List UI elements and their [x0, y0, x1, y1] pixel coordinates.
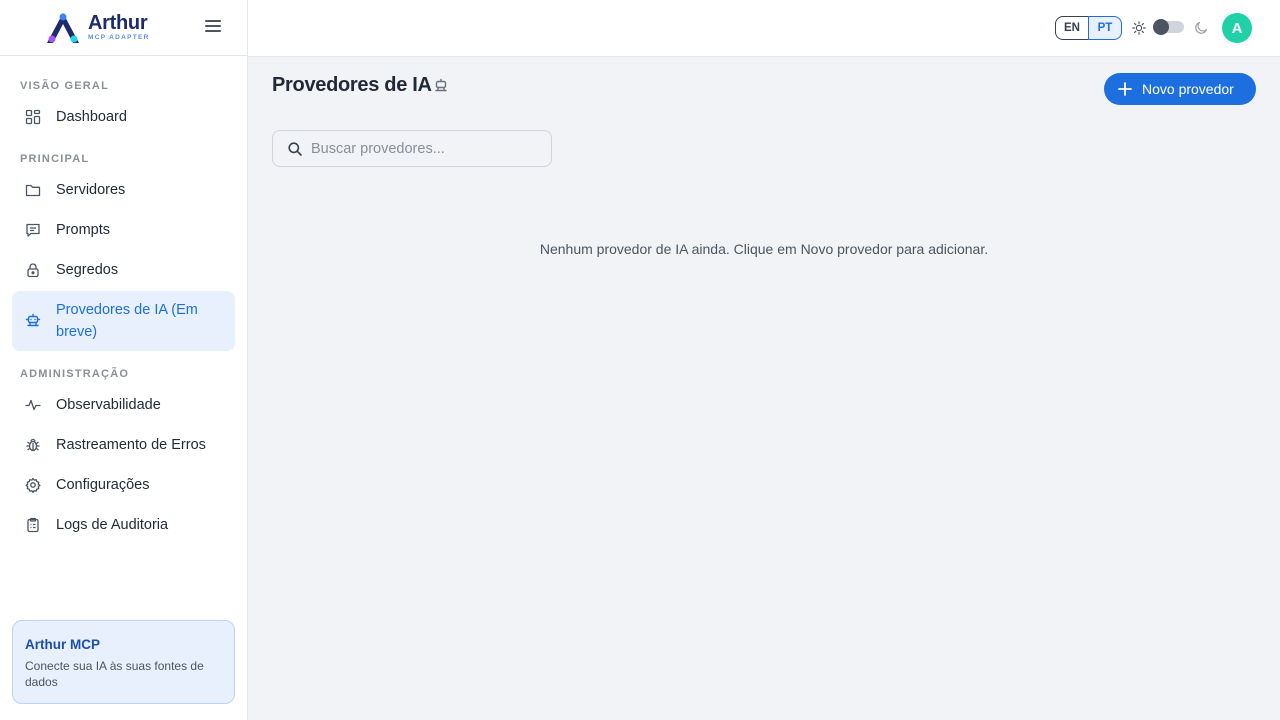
plus-icon: [1118, 82, 1132, 96]
sidebar-item-label: Observabilidade: [56, 397, 161, 413]
theme-toggle-knob: [1153, 19, 1169, 35]
sidebar-item-label: Configurações: [56, 477, 150, 493]
promo-description: Conecte sua IA às suas fontes de dados: [25, 659, 204, 689]
sidebar-item-label: Logs de Auditoria: [56, 517, 169, 533]
sidebar-item-label: Servidores: [56, 182, 126, 198]
section-label-overview: VISÃO GERAL: [20, 80, 109, 92]
clipboard-icon: [24, 516, 42, 534]
robot-icon: [24, 312, 42, 330]
sidebar: Arthur MCP ADAPTER VISÃO GERAL Dashboard…: [0, 0, 248, 720]
dashboard-icon: [24, 108, 42, 126]
brand: Arthur MCP ADAPTER: [0, 0, 247, 56]
arthur-logo-icon: [47, 12, 79, 43]
sidebar-item-label: Dashboard: [56, 109, 127, 125]
empty-state-message: Nenhum provedor de IA ainda. Clique em N…: [539, 241, 989, 257]
menu-toggle-icon[interactable]: [205, 20, 221, 34]
new-provider-label: Novo provedor: [1142, 81, 1234, 97]
brand-subtitle: MCP ADAPTER: [88, 34, 150, 42]
lock-icon: [24, 261, 42, 279]
search-input[interactable]: [311, 140, 541, 157]
search-icon: [288, 141, 302, 156]
moon-icon: [1195, 21, 1208, 34]
sidebar-item-label: Rastreamento de Erros: [56, 437, 206, 453]
sidebar-item-servers[interactable]: Servidores: [12, 170, 235, 210]
top-header: EN PT A: [248, 0, 1280, 57]
folder-icon: [24, 181, 42, 199]
user-avatar[interactable]: A: [1222, 13, 1252, 43]
message-icon: [24, 221, 42, 239]
search-box: [272, 130, 552, 167]
promo-title: Arthur MCP: [25, 637, 100, 652]
sidebar-item-label: Prompts: [56, 222, 110, 238]
sidebar-item-settings[interactable]: Configurações: [12, 465, 235, 505]
sidebar-item-ai-providers[interactable]: Provedores de IA (Em breve): [12, 291, 235, 351]
sidebar-item-error-tracking[interactable]: Rastreamento de Erros: [12, 425, 235, 465]
promo-card: Arthur MCP Conecte sua IA às suas fontes…: [12, 620, 235, 704]
language-en-button[interactable]: EN: [1055, 16, 1089, 40]
bug-icon: [24, 436, 42, 454]
sidebar-item-secrets[interactable]: Segredos: [12, 250, 235, 290]
new-provider-button[interactable]: Novo provedor: [1104, 73, 1256, 105]
language-pt-button[interactable]: PT: [1088, 16, 1122, 40]
page-title: Provedores de IA: [272, 74, 432, 96]
sun-icon: [1132, 21, 1146, 35]
sidebar-item-dashboard[interactable]: Dashboard: [12, 97, 235, 137]
sidebar-item-observability[interactable]: Observabilidade: [12, 385, 235, 425]
sidebar-item-label: Provedores de IA (Em breve): [56, 302, 198, 340]
sidebar-item-prompts[interactable]: Prompts: [12, 210, 235, 250]
section-label-principal: PRINCIPAL: [20, 153, 90, 165]
brand-name: Arthur: [88, 12, 148, 35]
theme-toggle[interactable]: [1153, 19, 1184, 35]
section-label-admin: ADMINISTRAÇÃO: [20, 368, 130, 380]
sidebar-item-label: Segredos: [56, 262, 119, 278]
gear-icon: [24, 476, 42, 494]
robot-icon: [435, 78, 447, 92]
language-switcher: EN PT: [1055, 16, 1122, 40]
activity-icon: [24, 396, 42, 414]
sidebar-item-audit-logs[interactable]: Logs de Auditoria: [12, 505, 235, 545]
